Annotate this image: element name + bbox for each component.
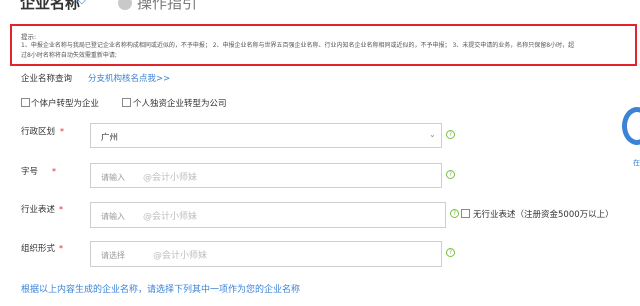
- watermark-text: @会计小师妹: [153, 251, 208, 261]
- region-selected-value: 广州: [101, 133, 119, 143]
- chevron-down-icon[interactable]: ◇: [78, 0, 86, 6]
- zihao-label: 字号 *: [21, 167, 57, 177]
- required-mark: *: [59, 205, 64, 214]
- required-mark: *: [59, 244, 64, 253]
- help-icon[interactable]: ?: [446, 248, 455, 257]
- branch-name-check-link[interactable]: 分支机构核名点我>>: [88, 72, 170, 84]
- watermark-text: @会计小师妹: [143, 173, 198, 183]
- org-form-label: 组织形式 *: [21, 244, 64, 254]
- industry-input[interactable]: 请输入 @会计小师妹: [90, 202, 446, 228]
- notice-text-continued: 过8小时名称将自动失效需重新申请;: [21, 52, 117, 59]
- customer-service-icon[interactable]: [622, 107, 640, 145]
- region-select[interactable]: 广州 ⌄: [90, 123, 442, 148]
- chevron-down-icon: ⌄: [429, 130, 436, 139]
- notice-text: 1、申报企业名称与我局已登记企业名称构成相同或近似的，不予申报； 2、申报企业名…: [21, 42, 575, 49]
- help-icon[interactable]: ?: [446, 170, 455, 179]
- generated-name-instruction: 根据以上内容生成的企业名称，请选择下列其中一项作为您的企业名称: [21, 285, 301, 295]
- tab-enterprise-name[interactable]: 企业名称: [20, 0, 80, 13]
- individual-to-enterprise-label: 个体户转型为企业: [31, 99, 100, 109]
- help-icon[interactable]: ?: [446, 130, 455, 139]
- required-mark: *: [52, 167, 57, 176]
- org-form-placeholder: 请选择: [101, 251, 125, 260]
- tab-operation-guide[interactable]: 操作指引: [137, 0, 197, 13]
- no-industry-label: 无行业表述（注册资金5000万以上）: [473, 210, 614, 220]
- notice-box: 提示: 1、申报企业名称与我局已登记企业名称构成相同或近似的，不予申报； 2、申…: [10, 24, 637, 66]
- individual-to-enterprise-checkbox[interactable]: [21, 98, 30, 107]
- guide-icon: [118, 0, 132, 10]
- no-industry-checkbox[interactable]: [461, 209, 470, 218]
- industry-label: 行业表述 *: [21, 205, 64, 215]
- org-form-select[interactable]: 请选择 @会计小师妹: [90, 241, 442, 267]
- zihao-input[interactable]: 请输入 @会计小师妹: [90, 163, 442, 188]
- industry-placeholder: 请输入: [101, 212, 125, 221]
- watermark-text: @会计小师妹: [143, 212, 198, 222]
- region-label: 行政区划 *: [21, 127, 65, 137]
- sole-proprietor-to-company-checkbox[interactable]: [122, 98, 131, 107]
- help-icon[interactable]: ?: [450, 209, 459, 218]
- sole-proprietor-to-company-label: 个人独资企业转型为公司: [133, 99, 227, 109]
- side-widget-label[interactable]: 在: [633, 158, 640, 168]
- zihao-placeholder: 请输入: [101, 173, 125, 182]
- required-mark: *: [60, 127, 65, 136]
- name-query-label: 企业名称查询: [21, 74, 73, 84]
